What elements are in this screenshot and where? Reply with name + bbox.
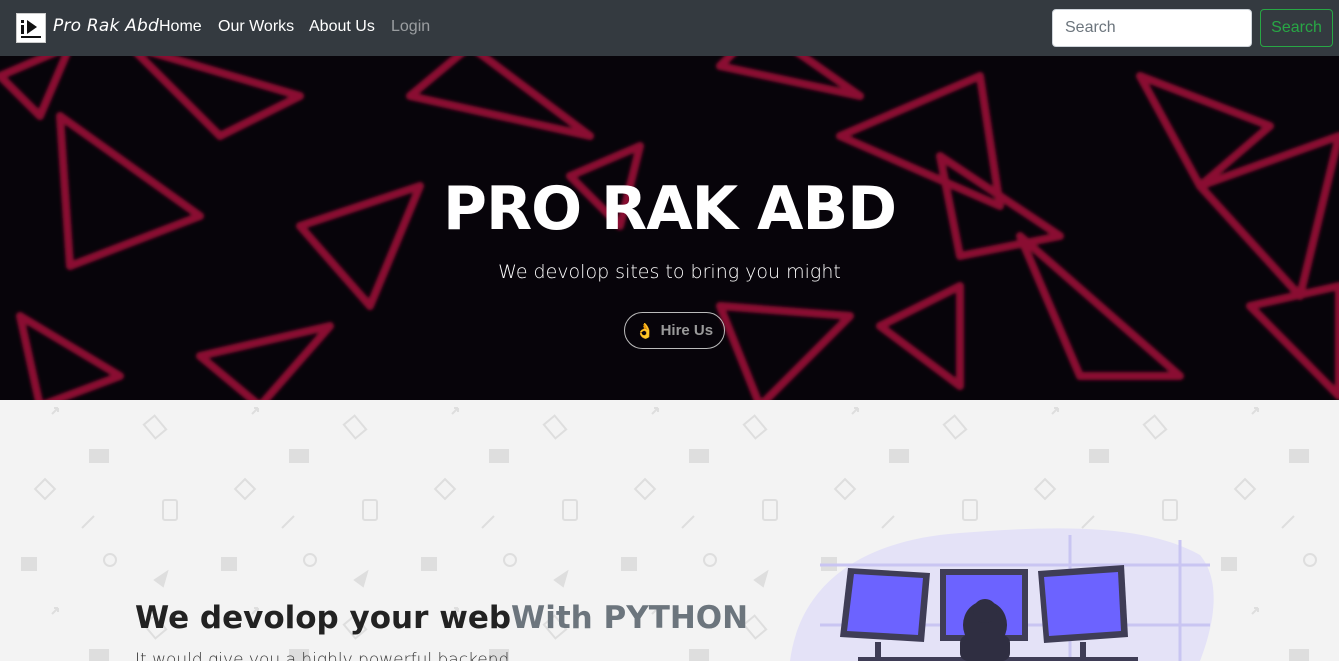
nav-link-login[interactable]: Login xyxy=(391,18,430,36)
brand-logo[interactable] xyxy=(16,13,46,43)
hire-us-label: Hire Us xyxy=(660,322,714,339)
nav-link-home[interactable]: Home xyxy=(159,18,202,36)
hero-banner: PRO RAK ABD We devolop sites to bring yo… xyxy=(0,56,1339,400)
ok-hand-icon: 👌 xyxy=(635,322,655,340)
section-title-highlight: With PYTHON xyxy=(511,600,749,636)
hero-subtitle: We devolop sites to bring you might xyxy=(498,261,841,283)
python-section: We devolop your webWith PYTHON It would … xyxy=(0,400,1339,661)
section-title-main: We devolop your web xyxy=(135,600,512,636)
developer-illustration xyxy=(790,528,1214,661)
hire-us-button[interactable]: 👌 Hire Us xyxy=(624,312,725,349)
search-input[interactable] xyxy=(1052,9,1252,47)
navbar: Pro Rak Abd Home Our Works About Us Logi… xyxy=(0,0,1339,56)
hero-title: PRO RAK ABD xyxy=(442,174,897,244)
nav-link-our-works[interactable]: Our Works xyxy=(218,18,294,36)
search-button[interactable]: Search xyxy=(1260,9,1333,47)
section-title: We devolop your webWith PYTHON xyxy=(135,600,748,636)
nav-link-about-us[interactable]: About Us xyxy=(309,18,375,36)
brand-name[interactable]: Pro Rak Abd xyxy=(53,16,159,36)
section-description: It would give you a highly powerful back… xyxy=(135,650,510,661)
